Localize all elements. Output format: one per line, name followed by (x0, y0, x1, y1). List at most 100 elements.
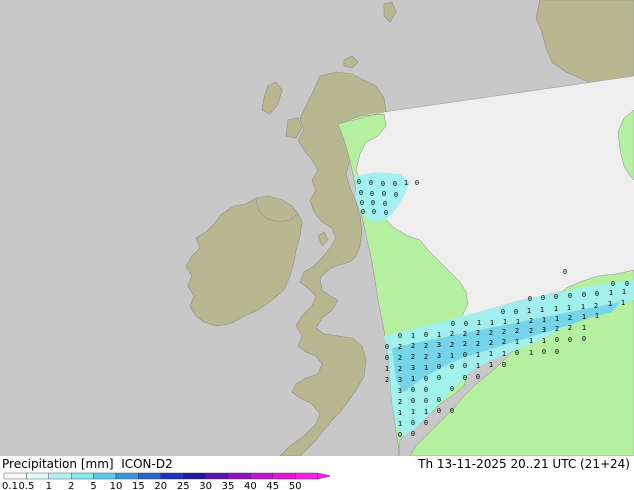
point-value: 0 (424, 386, 428, 394)
point-value: 0 (411, 430, 415, 438)
point-value: 0 (515, 349, 519, 357)
point-value: 1 (581, 303, 585, 311)
point-value: 1 (608, 300, 612, 308)
point-value: 0 (611, 280, 615, 288)
point-value: 0 (398, 332, 402, 340)
point-value: 1 (411, 375, 415, 383)
point-value: 0 (359, 189, 363, 197)
point-value: 1 (621, 299, 625, 307)
colorbar-tick-label: 30 (199, 481, 212, 490)
point-value: 0 (502, 361, 506, 369)
colorbar-swatch (182, 472, 206, 480)
point-value: 2 (463, 340, 467, 348)
point-value: 1 (595, 312, 599, 320)
point-value: 3 (437, 352, 441, 360)
point-value: 0 (437, 374, 441, 382)
colorbar-tick-label: 10 (110, 481, 123, 490)
point-value: 1 (582, 313, 586, 321)
point-value: 2 (411, 342, 415, 350)
point-value: 1 (411, 332, 415, 340)
colorbar-tick-label: 25 (177, 481, 190, 490)
point-value: 1 (542, 337, 546, 345)
point-value: 0 (568, 336, 572, 344)
point-value: 2 (398, 343, 402, 351)
point-value: 0 (370, 190, 374, 198)
point-value: 1 (411, 408, 415, 416)
point-value: 0 (450, 363, 454, 371)
colorbar-tick-label: 5 (90, 481, 96, 490)
point-value: 0 (415, 179, 419, 187)
colorbar-tick-label: 40 (244, 481, 257, 490)
point-value: 1 (477, 319, 481, 327)
point-value: 1 (540, 306, 544, 314)
point-value: 1 (489, 350, 493, 358)
point-value: 1 (502, 350, 506, 358)
point-value: 0 (555, 336, 559, 344)
point-value: 1 (527, 307, 531, 315)
point-value: 1 (515, 338, 519, 346)
point-value: 2 (411, 353, 415, 361)
point-value: 0 (437, 363, 441, 371)
colorbar-swatch (93, 472, 117, 480)
point-value: 0 (371, 199, 375, 207)
point-value: 2 (515, 327, 519, 335)
point-value: 0 (424, 419, 428, 427)
colorbar-swatch (48, 472, 72, 480)
point-value: 0 (541, 294, 545, 302)
point-value: 0 (411, 386, 415, 394)
colorbar-tick-label: 35 (222, 481, 235, 490)
point-value: 2 (489, 339, 493, 347)
colorbar-swatch (160, 472, 184, 480)
point-value: 2 (568, 314, 572, 322)
point-value: 0 (384, 209, 388, 217)
point-value: 2 (555, 325, 559, 333)
point-value: 0 (528, 295, 532, 303)
colorbar-tick-label: 1 (46, 481, 52, 490)
product-title: Precipitation [mm] ICON-D2 (2, 457, 173, 471)
point-value: 0 (582, 335, 586, 343)
point-value: 0 (411, 397, 415, 405)
colorbar-swatch (205, 472, 229, 480)
point-value: 0 (385, 343, 389, 351)
point-value: 0 (625, 280, 629, 288)
point-value: 2 (398, 365, 402, 373)
point-value: 2 (502, 328, 506, 336)
precipitation-map: 0 0 0 0 1 00 0 0 00 0 00 0 00 00 0 0 0 0 0 1 10 0 1 1 1 1 1 2 1 10 0 1 1… (0, 0, 634, 456)
colorbar-swatch (227, 472, 251, 480)
point-value: 0 (369, 179, 373, 187)
point-value: 3 (398, 387, 402, 395)
colorbar-swatch (70, 472, 94, 480)
point-value: 0 (463, 374, 467, 382)
point-value: 2 (476, 340, 480, 348)
point-value: 2 (385, 376, 389, 384)
point-value: 1 (582, 324, 586, 332)
point-value: 2 (502, 338, 506, 346)
point-value: 0 (385, 354, 389, 362)
point-value: 1 (609, 289, 613, 297)
point-value: 0 (563, 268, 567, 276)
point-value: 0 (450, 407, 454, 415)
point-value: 0 (554, 293, 558, 301)
point-value: 0 (463, 351, 467, 359)
point-value: 0 (360, 199, 364, 207)
point-value: 0 (357, 178, 361, 186)
point-value: 1 (554, 305, 558, 313)
point-value: 1 (529, 349, 533, 357)
point-value: 2 (424, 342, 428, 350)
colorbar-swatch (295, 472, 318, 480)
point-value: 2 (463, 330, 467, 338)
colorbar-arrow (317, 472, 330, 480)
point-value: 0 (394, 191, 398, 199)
point-value: 1 (529, 337, 533, 345)
point-value: 0 (463, 362, 467, 370)
point-value: 0 (437, 396, 441, 404)
point-value: 2 (529, 317, 533, 325)
colorbar-tick-label: 20 (154, 481, 167, 490)
colorbar-tick-label: 0.1 (2, 481, 18, 490)
point-value: 1 (490, 319, 494, 327)
point-value: 1 (385, 365, 389, 373)
point-value: 1 (437, 331, 441, 339)
colorbar-tick-label: 45 (266, 481, 279, 490)
point-value: 0 (393, 180, 397, 188)
point-value: 2 (398, 354, 402, 362)
